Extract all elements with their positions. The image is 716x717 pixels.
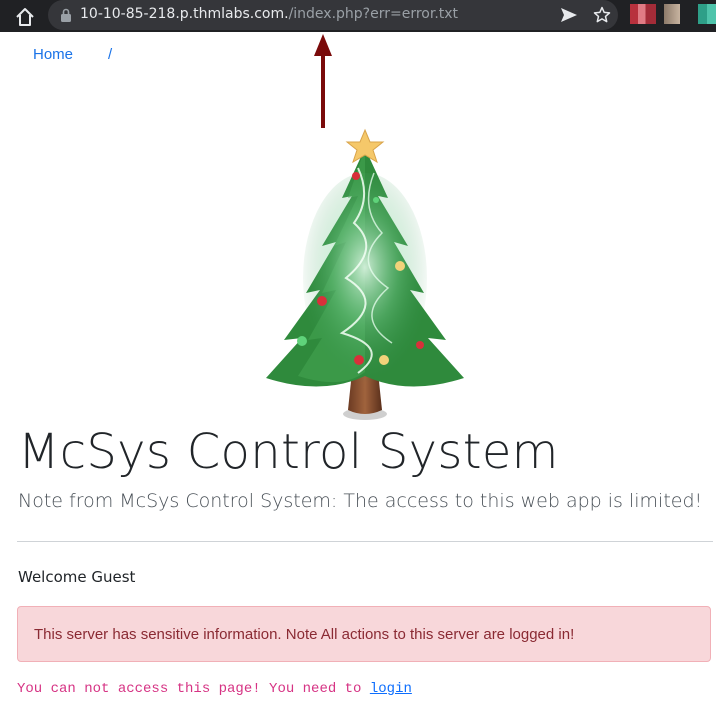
access-notice: You can not access this page! You need t…: [17, 681, 412, 697]
send-icon[interactable]: [560, 7, 578, 23]
breadcrumb-separator: /: [108, 46, 113, 63]
home-icon[interactable]: [14, 6, 36, 28]
divider: [17, 541, 713, 542]
welcome-text: Welcome Guest: [18, 568, 136, 586]
star-icon[interactable]: [593, 6, 611, 24]
extension-icon[interactable]: [664, 4, 680, 24]
url-text[interactable]: 10-10-85-218.p.thmlabs.com./index.php?er…: [80, 6, 458, 22]
extension-icon[interactable]: [698, 4, 716, 24]
access-notice-text: You can not access this page! You need t…: [17, 681, 370, 697]
lock-icon[interactable]: [60, 8, 72, 22]
annotation-arrow: [314, 34, 332, 128]
extension-icon[interactable]: [630, 4, 656, 24]
page-lead: Note from McSys Control System: The acce…: [18, 490, 703, 512]
alert-text: This server has sensitive information. N…: [34, 626, 575, 643]
login-link[interactable]: login: [370, 681, 412, 697]
page-title: McSys Control System: [18, 424, 559, 480]
christmas-tree-image: [266, 128, 464, 420]
browser-toolbar: 10-10-85-218.p.thmlabs.com./index.php?er…: [0, 0, 716, 32]
breadcrumb-home-link[interactable]: Home: [33, 46, 73, 63]
alert-box: This server has sensitive information. N…: [17, 606, 711, 662]
